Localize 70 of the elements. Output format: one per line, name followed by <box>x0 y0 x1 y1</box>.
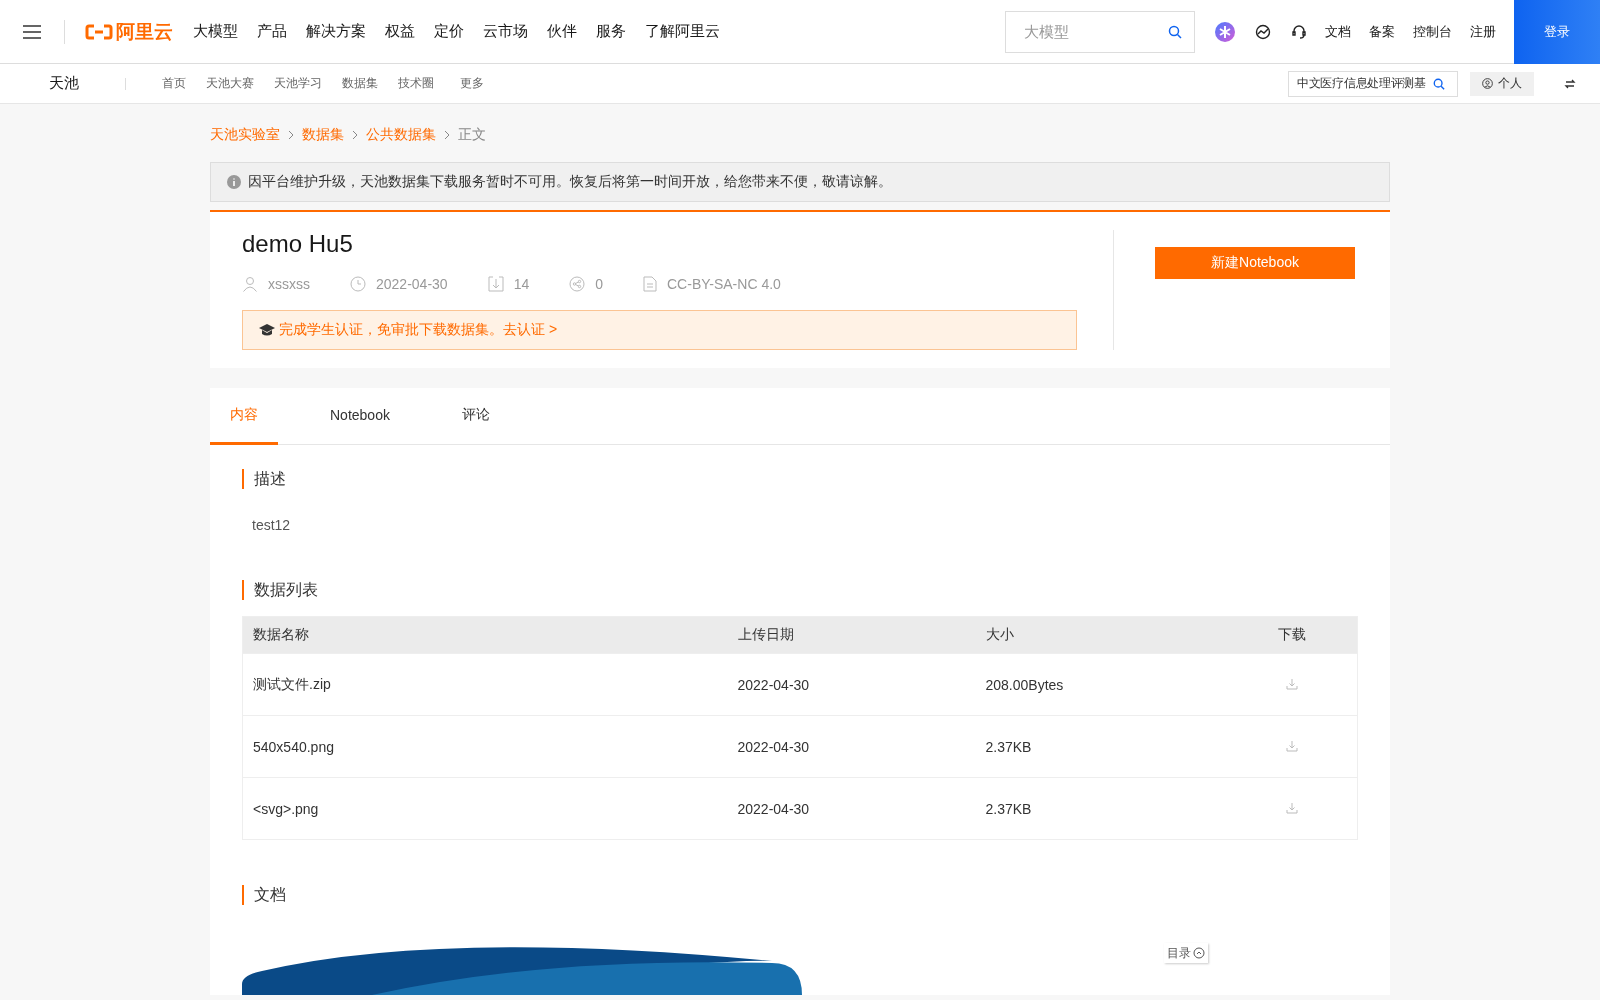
table-cell: 2.37KB <box>975 715 1228 778</box>
table-cell: 测试文件.zip <box>242 653 728 716</box>
download-count: 14 <box>513 276 530 292</box>
document-icon <box>643 276 657 292</box>
search-box[interactable]: 中文医疗信息处理评测基 <box>1288 70 1458 97</box>
sparkle-icon[interactable] <box>1215 21 1235 42</box>
subnav-link[interactable]: 技术圈 <box>398 75 434 92</box>
publish-date: 2022-04-30 <box>376 276 448 292</box>
share-icon <box>569 276 586 292</box>
subnav-link[interactable]: 更多 <box>460 75 484 92</box>
subnav-link[interactable]: 首页 <box>162 75 186 92</box>
chevron-icon <box>444 130 450 140</box>
clock-icon <box>350 276 366 292</box>
brand-title[interactable]: 天池 <box>49 74 125 93</box>
search-icon[interactable] <box>1168 24 1182 39</box>
nav-link[interactable]: 解决方案 <box>306 22 366 41</box>
table-cell: 2022-04-30 <box>727 715 976 778</box>
description-text: test12 <box>252 517 292 533</box>
subnav-link[interactable]: 数据集 <box>342 75 378 92</box>
nav-link[interactable]: 定价 <box>434 22 464 41</box>
tab[interactable]: Notebook <box>310 388 410 445</box>
graduation-cap-icon <box>259 323 275 337</box>
table-cell: 2.37KB <box>975 777 1228 840</box>
dataset-title: demo Hu5 <box>242 230 354 258</box>
column-header: 上传日期 <box>727 616 976 654</box>
section-heading: 文档 <box>242 885 1358 905</box>
table-cell: 208.00Bytes <box>975 653 1228 716</box>
user-icon <box>1482 78 1493 89</box>
nav-link[interactable]: 权益 <box>385 22 415 41</box>
column-header: 下载 <box>1227 616 1358 654</box>
nav-link[interactable]: 产品 <box>257 22 287 41</box>
top-link[interactable]: 控制台 <box>1413 22 1452 41</box>
author-name: xssxss <box>268 276 310 292</box>
notice-text: 因平台维护升级，天池数据集下载服务暂时不可用。恢复后将第一时间开放，给您带来不便，敬请谅解。 <box>248 173 892 191</box>
section-heading: 数据列表 <box>242 580 1358 600</box>
chevron-icon <box>288 130 294 140</box>
nav-link[interactable]: 大模型 <box>193 22 238 41</box>
table-cell: 2022-04-30 <box>727 777 976 840</box>
chevron-icon <box>352 130 358 140</box>
switch-icon[interactable] <box>1564 77 1576 90</box>
headset-icon[interactable] <box>1291 23 1307 40</box>
chart-icon[interactable] <box>1255 23 1271 40</box>
top-link[interactable]: 备案 <box>1369 22 1395 41</box>
personal-button[interactable]: 个人 <box>1470 71 1534 96</box>
section-heading: 描述 <box>242 469 1358 489</box>
table-cell: 2022-04-30 <box>727 653 976 716</box>
nav-link[interactable]: 伙伴 <box>547 22 577 41</box>
table-cell: <svg>.png <box>242 777 728 840</box>
top-link[interactable]: 文档 <box>1325 22 1351 41</box>
column-header: 数据名称 <box>242 616 728 654</box>
login-button[interactable]: 登录 <box>1514 0 1600 64</box>
search-box[interactable]: 大模型 <box>1005 10 1195 53</box>
nav-link[interactable]: 云市场 <box>483 22 528 41</box>
chevron-up-icon <box>1193 947 1205 959</box>
info-icon <box>227 175 241 189</box>
license-text: CC-BY-SA-NC 4.0 <box>667 276 781 292</box>
tab[interactable]: 评论 <box>441 388 510 445</box>
share-count: 0 <box>595 276 603 292</box>
column-header: 大小 <box>975 616 1228 654</box>
download-icon <box>487 276 504 292</box>
subnav-link[interactable]: 天池学习 <box>274 75 322 92</box>
table-cell: 540x540.png <box>242 715 728 778</box>
nav-link[interactable]: 服务 <box>596 22 626 41</box>
subnav-link[interactable]: 天池大赛 <box>206 75 254 92</box>
search-icon[interactable] <box>1433 77 1445 90</box>
top-link[interactable]: 注册 <box>1470 22 1496 41</box>
user-icon <box>242 276 258 292</box>
toc-button[interactable]: 目录 <box>1164 943 1208 963</box>
breadcrumb-current: 正文 <box>458 126 486 144</box>
nav-link[interactable]: 了解阿里云 <box>645 22 720 41</box>
